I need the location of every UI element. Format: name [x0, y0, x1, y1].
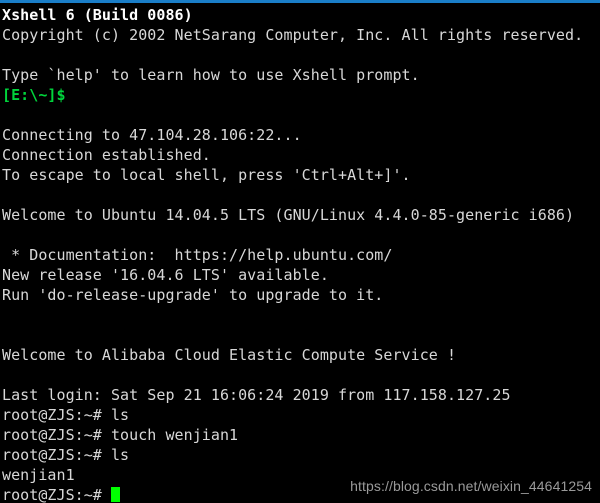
terminal-line: Copyright (c) 2002 NetSarang Computer, I… [2, 26, 584, 44]
terminal-line: New release '16.04.6 LTS' available. [2, 266, 329, 284]
terminal-line: * Documentation: https://help.ubuntu.com… [2, 246, 393, 264]
terminal-line: Last login: Sat Sep 21 16:06:24 2019 fro… [2, 386, 511, 404]
terminal-line: Welcome to Ubuntu 14.04.5 LTS (GNU/Linux… [2, 206, 575, 224]
terminal-line: Connecting to 47.104.28.106:22... [2, 126, 302, 144]
terminal-line: root@ZJS:~# touch wenjian1 [2, 426, 239, 444]
terminal-app-title-line: Xshell 6 (Build 0086) [2, 6, 193, 24]
terminal-line: Run 'do-release-upgrade' to upgrade to i… [2, 286, 384, 304]
remote-shell-prompt: root@ZJS:~# [2, 486, 111, 503]
terminal-local-prompt-line: [E:\~]$ [2, 85, 600, 105]
terminal-window: Xshell 6 (Build 0086) Copyright (c) 2002 … [0, 0, 600, 503]
terminal-line: To escape to local shell, press 'Ctrl+Al… [2, 166, 411, 184]
terminal-line: root@ZJS:~# ls [2, 406, 130, 424]
terminal-output-area[interactable]: Xshell 6 (Build 0086) Copyright (c) 2002 … [0, 3, 600, 503]
terminal-cursor [110, 487, 120, 502]
local-shell-prompt: [E:\~]$ [2, 86, 66, 104]
terminal-line: Type `help' to learn how to use Xshell p… [2, 66, 420, 84]
terminal-line: root@ZJS:~# ls [2, 446, 130, 464]
terminal-line: Welcome to Alibaba Cloud Elastic Compute… [2, 346, 457, 364]
watermark-text: https://blog.csdn.net/weixin_44641254 [350, 478, 592, 494]
terminal-line: Connection established. [2, 146, 211, 164]
